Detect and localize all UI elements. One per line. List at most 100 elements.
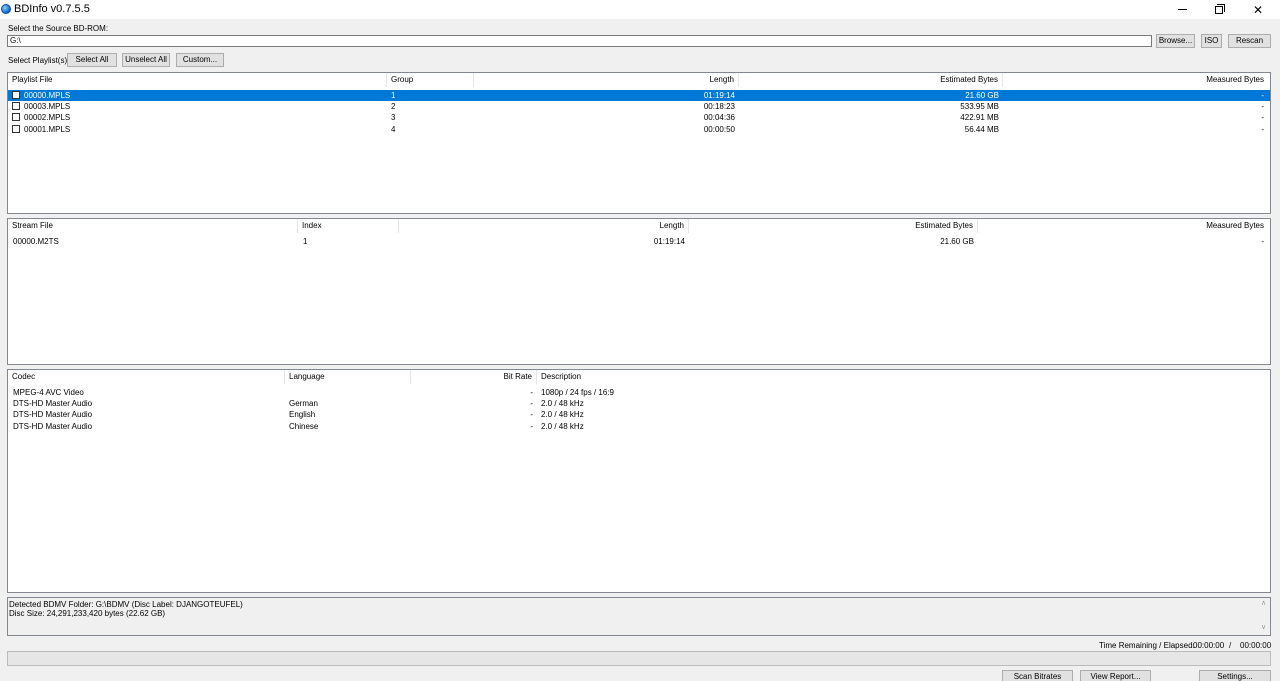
playlist-length: 01:19:14 [703, 91, 735, 100]
col-measured-bytes[interactable]: Measured Bytes [1003, 73, 1268, 87]
codec-row[interactable]: DTS-HD Master Audio German - 2.0 / 48 kH… [8, 398, 1270, 409]
playlist-measured-bytes: - [1261, 113, 1264, 122]
codec-name: DTS-HD Master Audio [13, 399, 93, 408]
playlist-header: Playlist File Group Length Estimated Byt… [8, 73, 1270, 87]
restore-icon [1215, 3, 1225, 14]
playlist-row[interactable]: 00000.MPLS 1 01:19:14 21.60 GB - [8, 90, 1270, 101]
select-all-button[interactable]: Select All [67, 53, 117, 67]
codec-name: DTS-HD Master Audio [13, 410, 93, 419]
codec-description: 2.0 / 48 kHz [541, 399, 584, 408]
scan-bitrates-button[interactable]: Scan Bitrates [1002, 670, 1073, 681]
bdinfo-app-icon [1, 4, 11, 14]
minimize-icon [1177, 9, 1187, 10]
codec-bit-rate: - [530, 410, 533, 419]
col-bit-rate[interactable]: Bit Rate [411, 370, 537, 384]
playlist-estimated-bytes: 21.60 GB [965, 91, 999, 100]
time-separator: / [1229, 641, 1232, 650]
restore-button[interactable] [1199, 0, 1239, 19]
codec-description: 1080p / 24 fps / 16:9 [541, 388, 614, 397]
stream-table[interactable]: Stream File Index Length Estimated Bytes… [7, 218, 1271, 365]
stream-file: 00000.M2TS [13, 237, 59, 246]
codec-name: MPEG-4 AVC Video [13, 388, 84, 397]
col-measured-bytes[interactable]: Measured Bytes [978, 219, 1268, 233]
col-length[interactable]: Length [399, 219, 689, 233]
codec-row[interactable]: DTS-HD Master Audio English - 2.0 / 48 k… [8, 409, 1270, 420]
close-icon: ✕ [1252, 2, 1264, 17]
col-language[interactable]: Language [285, 370, 411, 384]
custom-button[interactable]: Custom... [176, 53, 224, 67]
unselect-all-button[interactable]: Unselect All [122, 53, 170, 67]
minimize-button[interactable] [1162, 0, 1202, 19]
col-codec[interactable]: Codec [8, 370, 285, 384]
playlist-file: 00001.MPLS [24, 125, 71, 134]
playlist-length: 00:04:36 [703, 113, 735, 122]
playlist-checkbox[interactable] [12, 91, 20, 99]
col-length[interactable]: Length [474, 73, 739, 87]
stream-estimated-bytes: 21.60 GB [940, 237, 974, 246]
playlist-row[interactable]: 00001.MPLS 4 00:00:50 56.44 MB - [8, 124, 1270, 135]
rescan-button[interactable]: Rescan [1228, 34, 1271, 48]
playlist-estimated-bytes: 533.95 MB [960, 102, 999, 111]
playlist-length: 00:00:50 [703, 125, 735, 134]
browse-button[interactable]: Browse... [1156, 34, 1195, 48]
scroll-up-icon[interactable]: ∧ [1261, 599, 1266, 608]
col-stream-file[interactable]: Stream File [8, 219, 298, 233]
time-elapsed: 00:00:00 [1240, 641, 1272, 650]
codec-name: DTS-HD Master Audio [13, 422, 93, 431]
stream-header: Stream File Index Length Estimated Bytes… [8, 219, 1270, 233]
playlist-row[interactable]: 00002.MPLS 3 00:04:36 422.91 MB - [8, 112, 1270, 123]
playlist-checkbox[interactable] [12, 113, 20, 121]
stream-length: 01:19:14 [653, 237, 685, 246]
playlist-group: 2 [391, 102, 396, 111]
source-path-input[interactable]: G:\ [7, 35, 1152, 47]
codec-row[interactable]: DTS-HD Master Audio Chinese - 2.0 / 48 k… [8, 421, 1270, 432]
codec-description: 2.0 / 48 kHz [541, 410, 584, 419]
settings-button[interactable]: Settings... [1199, 670, 1271, 681]
iso-button[interactable]: ISO [1201, 34, 1222, 48]
view-report-button[interactable]: View Report... [1080, 670, 1151, 681]
playlist-estimated-bytes: 422.91 MB [960, 113, 999, 122]
codec-bit-rate: - [530, 422, 533, 431]
status-log[interactable]: Detected BDMV Folder: G:\BDMV (Disc Labe… [7, 597, 1271, 636]
select-playlists-label: Select Playlist(s): [8, 56, 70, 65]
stream-row[interactable]: 00000.M2TS 1 01:19:14 21.60 GB - [8, 236, 1270, 247]
playlist-file: 00003.MPLS [24, 102, 71, 111]
stream-index: 1 [303, 237, 308, 246]
codec-row[interactable]: MPEG-4 AVC Video - 1080p / 24 fps / 16:9 [8, 387, 1270, 398]
col-group[interactable]: Group [387, 73, 474, 87]
playlist-table[interactable]: Playlist File Group Length Estimated Byt… [7, 72, 1271, 214]
playlist-group: 1 [391, 91, 396, 100]
playlist-checkbox[interactable] [12, 102, 20, 110]
codec-bit-rate: - [530, 399, 533, 408]
scroll-down-icon[interactable]: ∨ [1261, 623, 1266, 632]
codec-description: 2.0 / 48 kHz [541, 422, 584, 431]
col-estimated-bytes[interactable]: Estimated Bytes [689, 219, 978, 233]
col-description[interactable]: Description [537, 370, 1268, 384]
codec-language: Chinese [289, 422, 319, 431]
codec-header: Codec Language Bit Rate Description [8, 370, 1270, 384]
stream-measured-bytes: - [1261, 237, 1264, 246]
codec-table[interactable]: Codec Language Bit Rate Description MPEG… [7, 369, 1271, 593]
col-index[interactable]: Index [298, 219, 399, 233]
title-bar: BDInfo v0.7.5.5 ✕ [0, 0, 1280, 19]
playlist-row[interactable]: 00003.MPLS 2 00:18:23 533.95 MB - [8, 101, 1270, 112]
log-scrollbar[interactable]: ∧ ∨ [1259, 598, 1270, 635]
playlist-measured-bytes: - [1261, 125, 1264, 134]
col-estimated-bytes[interactable]: Estimated Bytes [739, 73, 1003, 87]
close-button[interactable]: ✕ [1238, 0, 1278, 19]
scan-progress-bar [7, 651, 1271, 666]
time-label: Time Remaining / Elapsed: [1099, 641, 1195, 650]
source-label: Select the Source BD-ROM: [8, 24, 109, 33]
codec-language: English [289, 410, 316, 419]
codec-bit-rate: - [530, 388, 533, 397]
playlist-measured-bytes: - [1261, 91, 1264, 100]
col-playlist-file[interactable]: Playlist File [8, 73, 387, 87]
playlist-file: 00000.MPLS [24, 91, 71, 100]
time-remaining: 00:00:00 [1193, 641, 1225, 650]
playlist-estimated-bytes: 56.44 MB [964, 125, 999, 134]
window-title: BDInfo v0.7.5.5 [14, 3, 90, 15]
playlist-checkbox[interactable] [12, 125, 20, 133]
playlist-group: 4 [391, 125, 396, 134]
log-line-folder: Detected BDMV Folder: G:\BDMV (Disc Labe… [9, 600, 243, 609]
playlist-group: 3 [391, 113, 396, 122]
